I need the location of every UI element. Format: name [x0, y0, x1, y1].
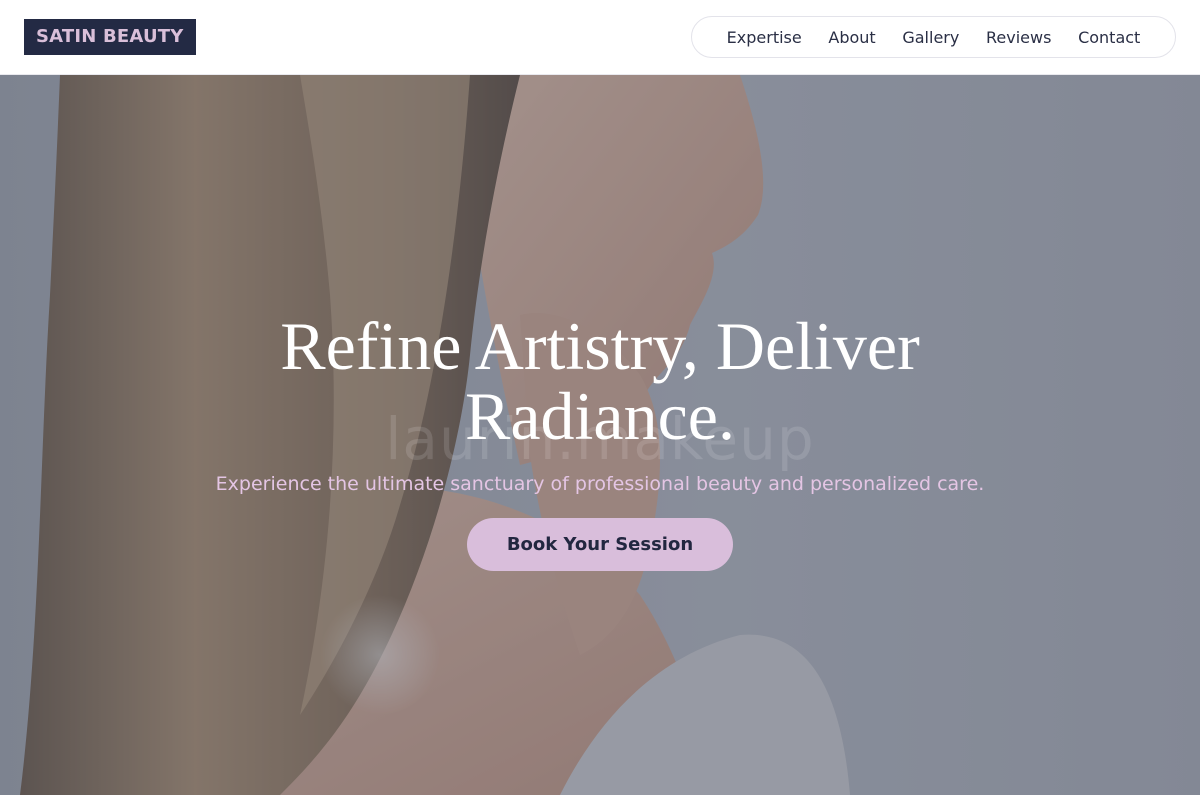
hero-section: laurin.makeup Refine Artistry, Deliver R…	[0, 75, 1200, 795]
nav-link-contact[interactable]: Contact	[1078, 28, 1140, 47]
page-bottom-strip	[0, 795, 1200, 800]
hero-title: Refine Artistry, Deliver Radiance.	[280, 308, 920, 454]
site-header: SATIN BEAUTY Expertise About Gallery Rev…	[0, 0, 1200, 75]
nav-link-gallery[interactable]: Gallery	[902, 28, 959, 47]
nav-link-expertise[interactable]: Expertise	[727, 28, 802, 47]
main-nav: Expertise About Gallery Reviews Contact	[691, 16, 1176, 58]
hero-subtitle: Experience the ultimate sanctuary of pro…	[215, 473, 985, 495]
book-session-button[interactable]: Book Your Session	[467, 518, 733, 571]
nav-link-about[interactable]: About	[828, 28, 875, 47]
brand-logo[interactable]: SATIN BEAUTY	[24, 19, 196, 55]
nav-link-reviews[interactable]: Reviews	[986, 28, 1051, 47]
